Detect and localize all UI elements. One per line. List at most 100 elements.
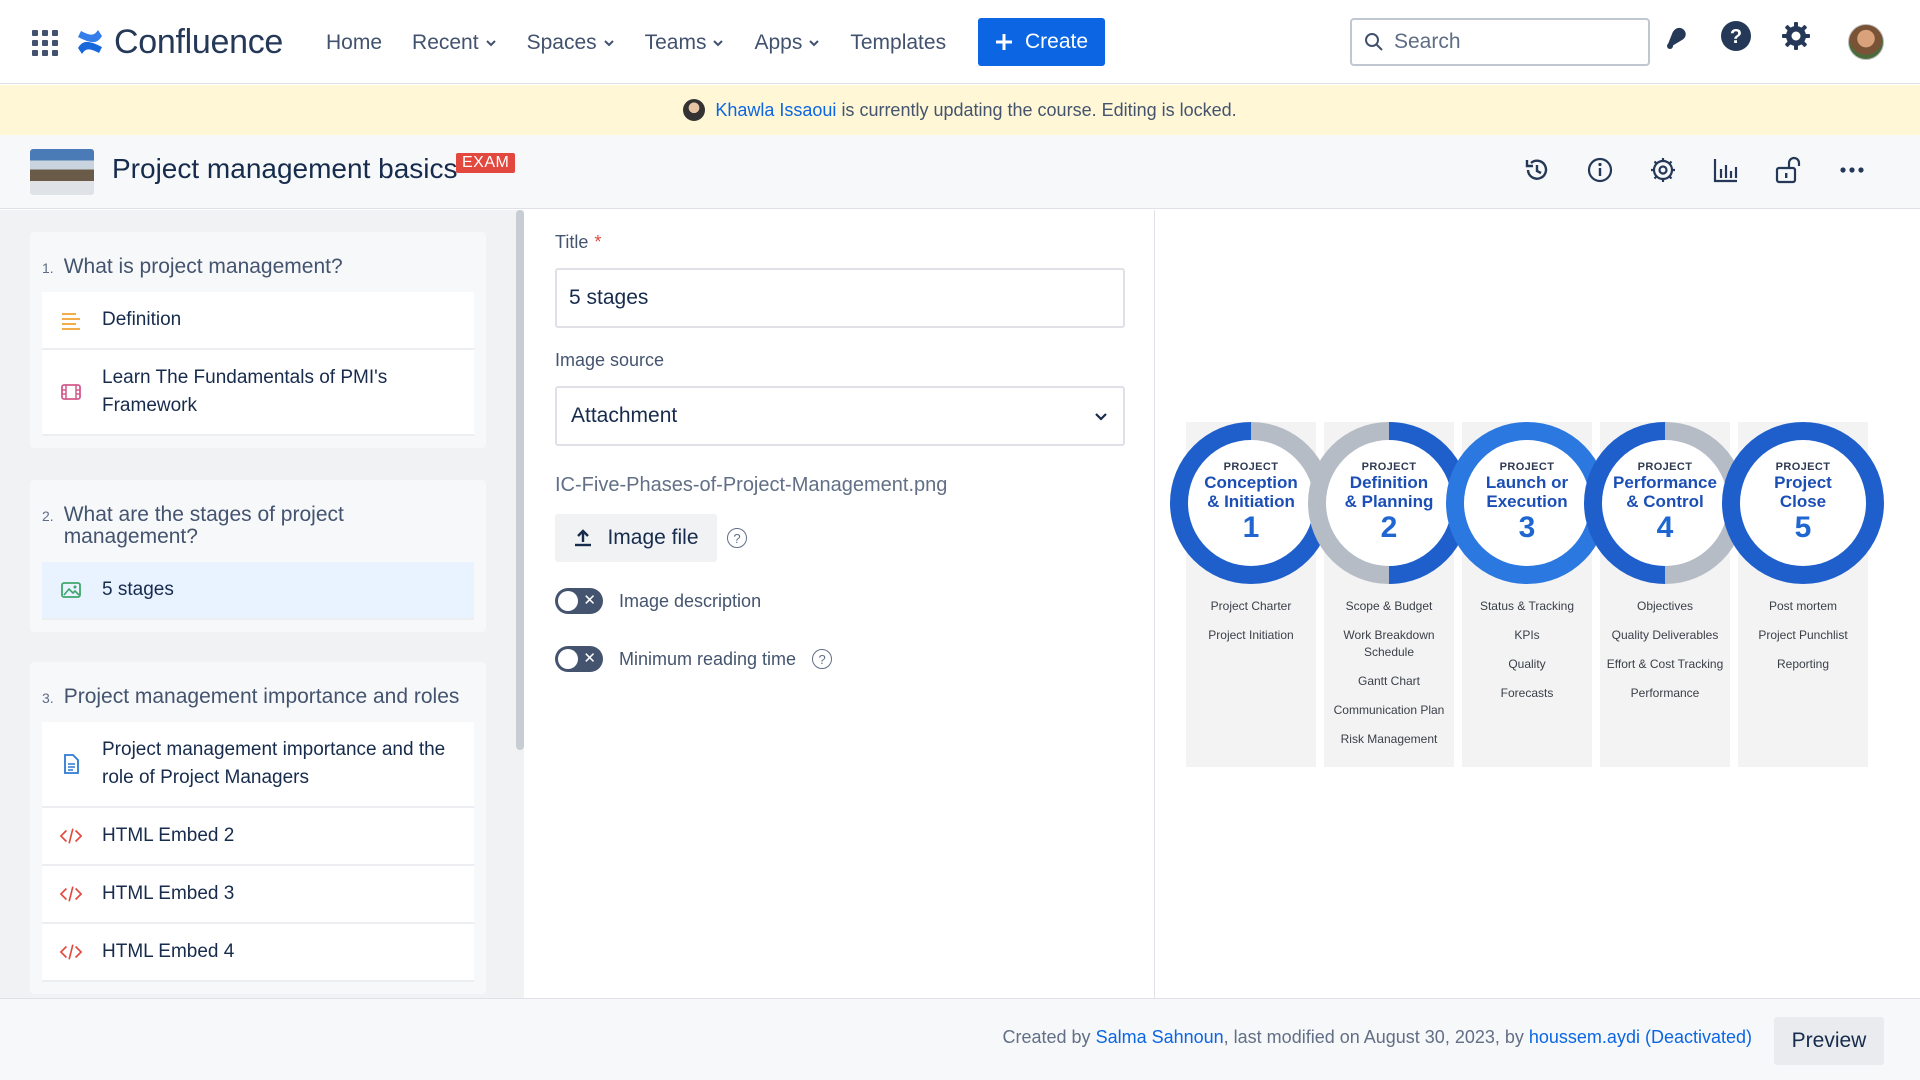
user-avatar: [683, 99, 706, 121]
lesson-item[interactable]: HTML Embed 2: [42, 808, 474, 866]
nav-teams-label: Teams: [644, 31, 707, 54]
profile-avatar[interactable]: [1848, 24, 1884, 60]
app-switcher-icon[interactable]: [32, 30, 58, 56]
title-field-label: Title *: [555, 232, 601, 253]
course-thumbnail: [30, 149, 94, 195]
phase-number: 3: [1518, 511, 1536, 544]
confluence-logo-icon: [78, 30, 102, 54]
image-source-select[interactable]: Attachment: [555, 386, 1125, 446]
sidebar-scrollbar[interactable]: [516, 210, 524, 750]
nav-home[interactable]: Home: [326, 31, 382, 55]
nav-apps[interactable]: Apps: [754, 31, 820, 55]
upload-icon: [575, 529, 592, 547]
phase-item: Quality Deliverables: [1611, 628, 1719, 642]
history-icon[interactable]: [1522, 155, 1552, 185]
image-icon: [60, 579, 82, 601]
title-label-text: Title: [555, 232, 589, 252]
lesson-item[interactable]: HTML Embed 4: [42, 924, 474, 982]
phase-title-line1: Launch or: [1485, 473, 1569, 492]
confluence-logo[interactable]: Confluence: [76, 20, 283, 64]
help-icon[interactable]: ?: [1720, 20, 1752, 52]
search-input[interactable]: [1394, 30, 1614, 54]
section-header[interactable]: 3. Project management importance and rol…: [42, 672, 474, 722]
course-title: Project management basics: [112, 153, 458, 184]
section-title: Project management importance and roles: [63, 685, 460, 708]
phase-items: Objectives Quality Deliverables Effort &…: [1595, 598, 1735, 702]
phase-kicker: PROJECT: [1361, 461, 1417, 473]
section-number: 3.: [42, 690, 54, 706]
chevron-down-icon: [603, 40, 614, 47]
outline-section: 3. Project management importance and rol…: [30, 662, 486, 994]
create-button[interactable]: Create: [978, 18, 1105, 66]
help-icon[interactable]: ?: [727, 528, 747, 548]
nav-recent[interactable]: Recent: [412, 31, 497, 55]
image-description-toggle-row: ✕ Image description: [555, 588, 761, 614]
phase-title-line2: & Initiation: [1207, 492, 1295, 511]
image-source-label: Image source: [555, 350, 665, 370]
section-header[interactable]: 2. What are the stages of project manage…: [42, 490, 474, 562]
phase-item: Project Initiation: [1208, 628, 1294, 642]
phase-kicker: PROJECT: [1775, 461, 1831, 473]
lesson-label: Definition: [102, 309, 182, 330]
phase-title-line2: Close: [1779, 492, 1827, 511]
svg-text:?: ?: [1730, 26, 1742, 48]
lesson-item[interactable]: Learn The Fundamentals of PMI's Framewor…: [42, 350, 474, 436]
code-icon: [60, 825, 82, 847]
nav-templates[interactable]: Templates: [850, 31, 946, 55]
section-header[interactable]: 1. What is project management?: [42, 242, 474, 292]
top-icons: ?: [1660, 20, 1812, 52]
preview-button[interactable]: Preview: [1774, 1017, 1884, 1065]
toggle-label: Image description: [619, 590, 762, 611]
phase-kicker: PROJECT: [1637, 461, 1693, 473]
chevron-down-icon: [713, 40, 724, 47]
section-number: 2.: [42, 508, 54, 524]
phase-items: Post mortem Project Punchlist Reporting: [1733, 598, 1873, 673]
attached-filename: IC-Five-Phases-of-Project-Management.png: [555, 474, 948, 496]
nav-teams[interactable]: Teams: [645, 31, 725, 55]
upload-image-button[interactable]: Image file: [555, 514, 717, 562]
analytics-icon[interactable]: [1711, 155, 1741, 185]
search-field[interactable]: [1350, 18, 1650, 66]
section-title: What are the stages of project managemen…: [63, 503, 344, 548]
creator-link[interactable]: Salma Sahnoun: [1096, 1027, 1224, 1047]
modifier-link[interactable]: houssem.aydi (Deactivated): [1529, 1027, 1752, 1047]
locking-user-link[interactable]: Khawla Issaoui: [715, 100, 836, 120]
course-toolbar: [1522, 155, 1867, 185]
unlock-icon[interactable]: [1774, 155, 1804, 185]
exam-badge: EXAM: [456, 153, 516, 173]
lesson-label: HTML Embed 4: [102, 941, 235, 962]
primary-nav: Home Recent Spaces Teams Apps Templates: [326, 22, 946, 64]
phase-number: 5: [1794, 511, 1812, 544]
settings-icon[interactable]: [1648, 155, 1678, 185]
phase-title-line1: Performance: [1613, 473, 1717, 492]
lesson-item[interactable]: HTML Embed 3: [42, 866, 474, 924]
code-icon: [60, 883, 82, 905]
nav-spaces-label: Spaces: [526, 31, 597, 54]
settings-icon[interactable]: [1780, 20, 1812, 52]
lesson-label: 5 stages: [102, 579, 174, 600]
nav-spaces[interactable]: Spaces: [527, 31, 615, 55]
phase-title-line1: Conception: [1204, 473, 1298, 492]
lesson-label: Project management importance and the ro…: [102, 739, 446, 788]
phase-item: Effort & Cost Tracking: [1606, 657, 1724, 671]
lesson-item-active[interactable]: 5 stages: [42, 562, 474, 620]
lesson-label: Learn The Fundamentals of PMI's Framewor…: [102, 367, 388, 416]
document-icon: [60, 753, 82, 775]
help-icon[interactable]: ?: [812, 649, 833, 669]
phase-kicker: PROJECT: [1499, 461, 1555, 473]
phase-number: 2: [1380, 511, 1398, 544]
more-icon[interactable]: [1837, 155, 1867, 185]
phase-item: Post mortem: [1768, 599, 1837, 613]
phase-item: Gantt Chart: [1357, 674, 1421, 688]
title-input[interactable]: [555, 268, 1125, 328]
minimum-reading-time-toggle[interactable]: ✕: [555, 646, 603, 672]
notifications-icon[interactable]: [1660, 20, 1692, 52]
lesson-item[interactable]: Project management importance and the ro…: [42, 722, 474, 808]
lesson-label: HTML Embed 3: [102, 883, 235, 904]
lesson-item[interactable]: Definition: [42, 292, 474, 350]
image-description-toggle[interactable]: ✕: [555, 588, 603, 614]
phase-items: Scope & Budget Work Breakdown Schedule G…: [1319, 598, 1459, 748]
info-icon[interactable]: [1585, 155, 1615, 185]
phase-item: Performance: [1630, 686, 1700, 700]
image-source-value: Attachment: [571, 404, 678, 427]
